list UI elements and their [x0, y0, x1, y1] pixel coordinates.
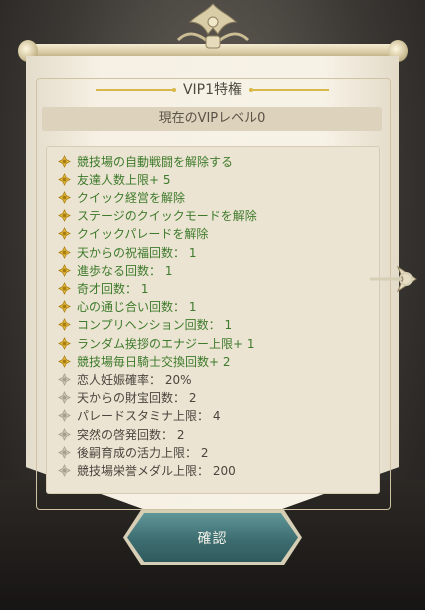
- title-ornament-right: [249, 88, 329, 92]
- current-vip-level: 現在のVIPレベル0: [42, 107, 382, 131]
- benefit-text: 天からの財宝回数： 2: [77, 391, 197, 406]
- benefit-item: 心の通じ合い回数： 1: [58, 298, 196, 316]
- benefit-text: 心の通じ合い回数： 1: [77, 300, 197, 315]
- benefit-text: 天からの祝福回数： 1: [77, 245, 197, 260]
- benefit-text: 競技場の自動戦闘を解除する: [77, 154, 234, 169]
- gold-flower-icon: [58, 318, 71, 332]
- benefit-text: コンプリヘンション回数： 1: [77, 318, 233, 333]
- benefit-text: 突然の啓発回数： 2: [77, 427, 185, 442]
- grey-flower-icon: [58, 391, 71, 404]
- benefit-item: 競技場の自動戦闘を解除する: [58, 152, 233, 170]
- benefit-item: 奇才回数： 1: [58, 279, 148, 297]
- benefit-text: ステージのクイックモードを解除: [77, 209, 257, 224]
- benefit-text: 恋人妊娠確率： 20%: [77, 372, 192, 387]
- benefit-item: 恋人妊娠確率： 20%: [58, 370, 192, 388]
- benefit-item: パレードスタミナ上限： 4: [58, 407, 220, 425]
- gold-flower-icon: [58, 190, 71, 204]
- benefit-text: 後嗣育成の活力上限： 2: [77, 445, 209, 460]
- benefit-item: 天からの財宝回数： 2: [58, 389, 196, 407]
- dialog-title: VIP1特権: [182, 82, 243, 98]
- benefit-text: 友達人数上限+ 5: [77, 172, 171, 187]
- gold-flower-icon: [58, 172, 71, 186]
- confirm-button-label: 確認: [197, 530, 228, 547]
- benefit-text: クイック経営を解除: [77, 190, 186, 205]
- gold-flower-icon: [58, 154, 71, 168]
- grey-flower-icon: [58, 427, 71, 441]
- grey-flower-icon: [58, 445, 71, 459]
- benefit-text: ランダム挨拶のエナジー上限+ 1: [77, 336, 255, 351]
- grey-flower-icon: [58, 409, 71, 423]
- benefit-item: 進歩なる回数： 1: [58, 261, 172, 279]
- benefit-item: コンプリヘンション回数： 1: [58, 316, 232, 334]
- benefit-item: クイックパレードを解除: [58, 225, 208, 243]
- gold-flower-icon: [58, 281, 71, 295]
- benefit-item: 突然の啓発回数： 2: [58, 425, 184, 443]
- gold-flower-icon: [58, 336, 71, 350]
- benefit-text: クイックパレードを解除: [77, 227, 209, 242]
- arrow-right-icon[interactable]: [370, 262, 425, 296]
- gold-flower-icon: [58, 354, 71, 368]
- benefit-item: 競技場毎日騎士交換回数+ 2: [58, 352, 231, 370]
- gold-flower-icon: [58, 245, 71, 259]
- benefit-text: 競技場毎日騎士交換回数+ 2: [77, 354, 231, 369]
- title-ornament-left: [96, 88, 176, 92]
- benefit-item: 天からの祝福回数： 1: [58, 243, 196, 261]
- grey-flower-icon: [58, 372, 71, 386]
- grey-flower-icon: [58, 463, 71, 477]
- benefit-text: パレードスタミナ上限： 4: [77, 409, 221, 424]
- benefit-text: 競技場栄誉メダル上限： 200: [77, 463, 236, 478]
- benefit-text: 進歩なる回数： 1: [77, 263, 173, 278]
- gold-flower-icon: [58, 263, 71, 277]
- gold-flower-icon: [58, 300, 71, 313]
- gold-flower-icon: [58, 227, 71, 241]
- benefit-text: 奇才回数： 1: [77, 281, 149, 296]
- benefit-item: ランダム挨拶のエナジー上限+ 1: [58, 334, 255, 352]
- dialog-title-row: VIP1特権: [0, 76, 425, 104]
- benefit-item: 後嗣育成の活力上限： 2: [58, 443, 208, 461]
- confirm-button[interactable]: 確認: [127, 513, 298, 562]
- benefit-item: ステージのクイックモードを解除: [58, 207, 257, 225]
- gold-flower-icon: [58, 209, 71, 222]
- benefit-item: 友達人数上限+ 5: [58, 170, 171, 188]
- benefit-item: 競技場栄誉メダル上限： 200: [58, 461, 236, 479]
- benefit-item: クイック経営を解除: [58, 188, 185, 206]
- crown-crest-icon: [176, 3, 250, 49]
